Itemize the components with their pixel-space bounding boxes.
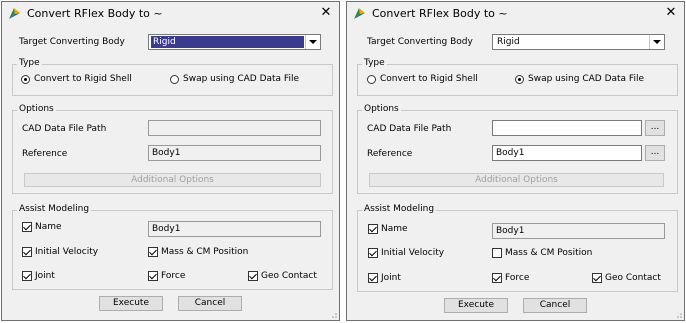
additional-options-button: Additional Options <box>369 173 664 187</box>
checkbox-label: Geo Contact <box>261 271 317 281</box>
geo-contact-checkbox[interactable]: Geo Contact <box>592 273 661 283</box>
close-button[interactable]: ✕ <box>317 4 335 22</box>
reference-label: Reference <box>367 149 413 159</box>
checkbox-label: Initial Velocity <box>35 247 99 257</box>
assist-modeling-group: Assist Modeling Name Body1 Initial Veloc… <box>357 204 678 292</box>
checkbox-label: Mass & CM Position <box>161 247 249 257</box>
resize-grip-icon[interactable] <box>674 310 682 318</box>
checkbox-label: Name <box>35 222 62 232</box>
radio-label: Convert to Rigid Shell <box>380 74 478 84</box>
cad-data-file-path-label: CAD Data File Path <box>22 124 107 134</box>
checkbox-label: Force <box>161 271 186 281</box>
checkbox-checked-icon <box>248 271 258 281</box>
app-logo-icon <box>354 8 365 19</box>
title-bar[interactable]: Convert RFlex Body to ~ ✕ <box>347 2 684 26</box>
reference-label: Reference <box>22 149 68 159</box>
assist-modeling-group: Assist Modeling Name Body1 Initial Veloc… <box>12 204 333 290</box>
browse-cad-button[interactable]: ... <box>645 120 665 136</box>
geo-contact-checkbox[interactable]: Geo Contact <box>248 271 317 281</box>
force-checkbox[interactable]: Force <box>148 271 185 281</box>
checkbox-label: Name <box>381 224 408 234</box>
initial-velocity-checkbox[interactable]: Initial Velocity <box>368 248 444 258</box>
joint-checkbox[interactable]: Joint <box>368 273 401 283</box>
radio-selected-icon <box>21 74 30 84</box>
checkbox-label: Joint <box>35 271 55 281</box>
assist-modeling-group-title: Assist Modeling <box>362 204 437 214</box>
joint-checkbox[interactable]: Joint <box>22 271 55 281</box>
name-checkbox[interactable]: Name <box>368 224 408 234</box>
checkbox-unchecked-icon <box>492 248 502 258</box>
cancel-button[interactable]: Cancel <box>523 298 587 313</box>
name-field: Body1 <box>492 223 665 239</box>
selected-value: Rigid <box>151 36 304 48</box>
selected-value: Rigid <box>497 37 520 47</box>
reference-field: Body1 <box>148 145 321 161</box>
radio-label: Swap using CAD Data File <box>528 74 644 84</box>
additional-options-button: Additional Options <box>24 173 321 187</box>
reference-field[interactable]: Body1 <box>492 145 642 161</box>
target-converting-body-label: Target Converting Body <box>19 37 125 47</box>
chevron-down-icon[interactable] <box>649 35 664 49</box>
dialog-title: Convert RFlex Body to ~ <box>27 7 163 20</box>
execute-button[interactable]: Execute <box>444 298 508 313</box>
dialog-title: Convert RFlex Body to ~ <box>372 7 508 20</box>
checkbox-checked-icon <box>148 271 158 281</box>
chevron-down-icon[interactable] <box>305 35 320 49</box>
title-bar[interactable]: Convert RFlex Body to ~ ✕ <box>2 2 339 26</box>
checkbox-checked-icon <box>22 247 32 257</box>
checkbox-checked-icon <box>492 273 502 283</box>
name-field: Body1 <box>148 221 321 237</box>
checkbox-checked-icon <box>22 271 32 281</box>
target-converting-body-select[interactable]: Rigid <box>492 34 665 50</box>
name-checkbox[interactable]: Name <box>22 222 62 232</box>
checkbox-checked-icon <box>22 222 32 232</box>
cancel-button[interactable]: Cancel <box>178 296 242 311</box>
app-logo-icon <box>9 8 20 19</box>
type-group-title: Type <box>362 58 387 68</box>
options-group-title: Options <box>362 104 401 114</box>
initial-velocity-checkbox[interactable]: Initial Velocity <box>22 247 98 257</box>
checkbox-checked-icon <box>368 273 378 283</box>
options-group-title: Options <box>17 104 56 114</box>
convert-dialog-rigid-shell: Convert RFlex Body to ~ ✕ Target Convert… <box>1 1 340 321</box>
type-group-title: Type <box>17 58 42 68</box>
close-button[interactable]: ✕ <box>662 4 680 22</box>
target-converting-body-label: Target Converting Body <box>367 37 473 47</box>
mass-cm-position-checkbox[interactable]: Mass & CM Position <box>148 247 248 257</box>
type-group: Type Convert to Rigid Shell Swap using C… <box>12 58 333 96</box>
force-checkbox[interactable]: Force <box>492 273 529 283</box>
checkbox-label: Initial Velocity <box>381 248 445 258</box>
checkbox-label: Geo Contact <box>605 273 661 283</box>
browse-reference-button[interactable]: ... <box>645 145 665 161</box>
mass-cm-position-checkbox[interactable]: Mass & CM Position <box>492 248 592 258</box>
convert-dialog-swap-cad: Convert RFlex Body to ~ ✕ Target Convert… <box>346 1 685 321</box>
checkbox-label: Joint <box>381 273 401 283</box>
radio-selected-icon <box>515 74 524 84</box>
assist-modeling-group-title: Assist Modeling <box>17 204 92 214</box>
cad-data-file-path-label: CAD Data File Path <box>367 124 452 134</box>
checkbox-label: Force <box>505 273 530 283</box>
radio-unselected-icon <box>170 74 179 84</box>
options-group: Options CAD Data File Path Reference Bod… <box>12 104 333 194</box>
target-converting-body-select[interactable]: Rigid <box>148 34 321 50</box>
radio-label: Swap using CAD Data File <box>183 74 299 84</box>
checkbox-checked-icon <box>368 224 378 234</box>
checkbox-checked-icon <box>368 248 378 258</box>
radio-label: Convert to Rigid Shell <box>34 74 132 84</box>
convert-rigid-shell-radio[interactable]: Convert to Rigid Shell <box>367 74 478 84</box>
cad-data-file-path-field <box>148 120 321 136</box>
checkbox-label: Mass & CM Position <box>505 248 593 258</box>
radio-unselected-icon <box>367 74 376 84</box>
swap-cad-data-radio[interactable]: Swap using CAD Data File <box>170 74 299 84</box>
convert-rigid-shell-radio[interactable]: Convert to Rigid Shell <box>21 74 132 84</box>
resize-grip-icon[interactable] <box>329 310 337 318</box>
checkbox-checked-icon <box>592 273 602 283</box>
type-group: Type Convert to Rigid Shell Swap using C… <box>357 58 678 96</box>
checkbox-checked-icon <box>148 247 158 257</box>
options-group: Options CAD Data File Path ... Reference… <box>357 104 678 194</box>
swap-cad-data-radio[interactable]: Swap using CAD Data File <box>515 74 644 84</box>
cad-data-file-path-field[interactable] <box>492 120 642 136</box>
execute-button[interactable]: Execute <box>99 296 163 311</box>
